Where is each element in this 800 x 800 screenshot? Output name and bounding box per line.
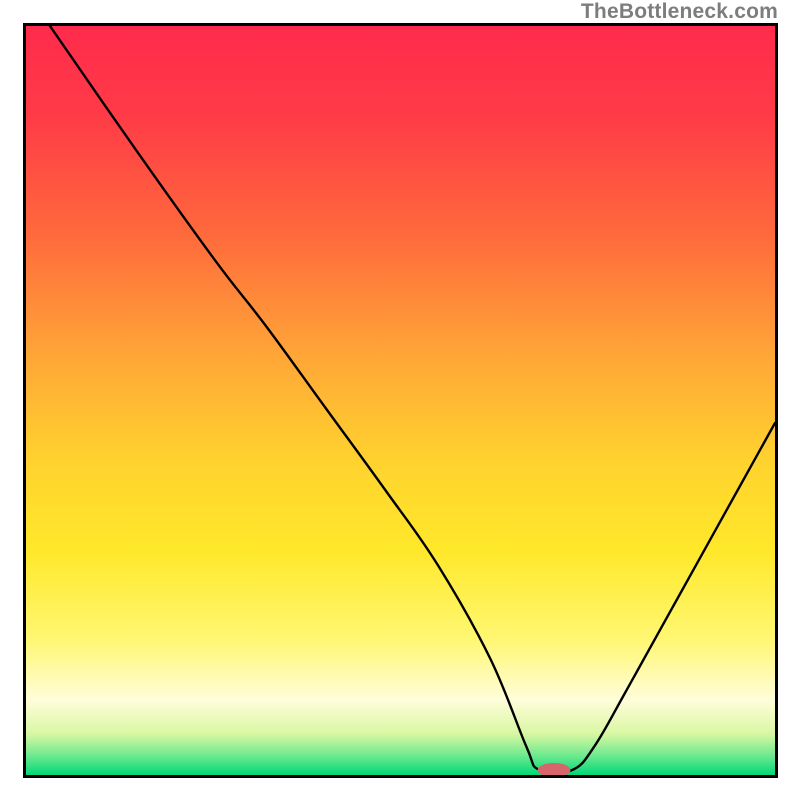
chart-plot <box>26 26 775 775</box>
watermark-text: TheBottleneck.com <box>581 0 778 24</box>
gradient-background <box>26 26 775 775</box>
chart-frame <box>23 23 778 778</box>
